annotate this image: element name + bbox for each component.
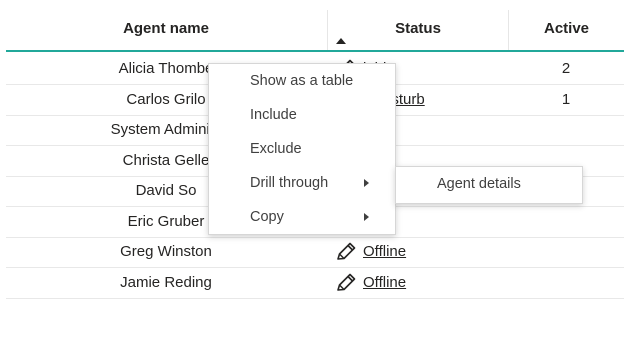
- status-cell: Offline: [332, 237, 512, 267]
- sort-ascending-icon[interactable]: [336, 38, 346, 44]
- menu-item-exclude[interactable]: Exclude: [209, 132, 395, 166]
- menu-item-copy[interactable]: Copy: [209, 200, 395, 234]
- table-row[interactable]: Jamie Reding Offline: [6, 268, 624, 299]
- table-header: Agent name Status Active: [6, 10, 624, 52]
- agent-name-cell: Greg Winston: [120, 243, 212, 260]
- menu-item-drill-through[interactable]: Drill through: [209, 166, 395, 200]
- context-menu: Show as a table Include Exclude Drill throu…: [208, 63, 396, 235]
- active-count-cell: [508, 237, 624, 267]
- status-link[interactable]: Offline: [363, 237, 406, 267]
- active-count-cell: 2: [561, 60, 571, 77]
- status-link[interactable]: Offline: [363, 268, 406, 298]
- pencil-icon[interactable]: [334, 272, 358, 294]
- menu-item-label: Exclude: [250, 141, 302, 157]
- menu-item-label: Show as a table: [250, 73, 354, 89]
- chevron-right-icon: [364, 213, 369, 221]
- active-count-cell: [508, 115, 624, 145]
- submenu-item-agent-details[interactable]: Agent details: [396, 167, 582, 203]
- menu-item-label: Copy: [250, 209, 284, 225]
- active-count-cell: [508, 207, 624, 237]
- menu-item-label: Include: [250, 107, 297, 123]
- status-cell: Offline: [332, 268, 512, 298]
- pencil-icon[interactable]: [334, 241, 358, 263]
- chevron-right-icon: [364, 179, 369, 187]
- agent-name-cell: Jamie Reding: [120, 273, 212, 291]
- active-count-cell: [508, 268, 624, 298]
- drill-through-submenu: Agent details: [395, 166, 583, 204]
- menu-item-include[interactable]: Include: [209, 98, 395, 132]
- submenu-item-label: Agent details: [437, 176, 521, 192]
- column-header-status[interactable]: Status: [328, 10, 508, 50]
- active-count-cell: 1: [561, 90, 571, 108]
- table-row[interactable]: Greg Winston Offline: [6, 237, 624, 268]
- menu-item-label: Drill through: [250, 175, 329, 191]
- menu-item-show-as-a-table[interactable]: Show as a table: [209, 64, 395, 98]
- column-header-agent-name[interactable]: Agent name: [6, 10, 326, 50]
- column-header-active[interactable]: Active: [509, 10, 624, 50]
